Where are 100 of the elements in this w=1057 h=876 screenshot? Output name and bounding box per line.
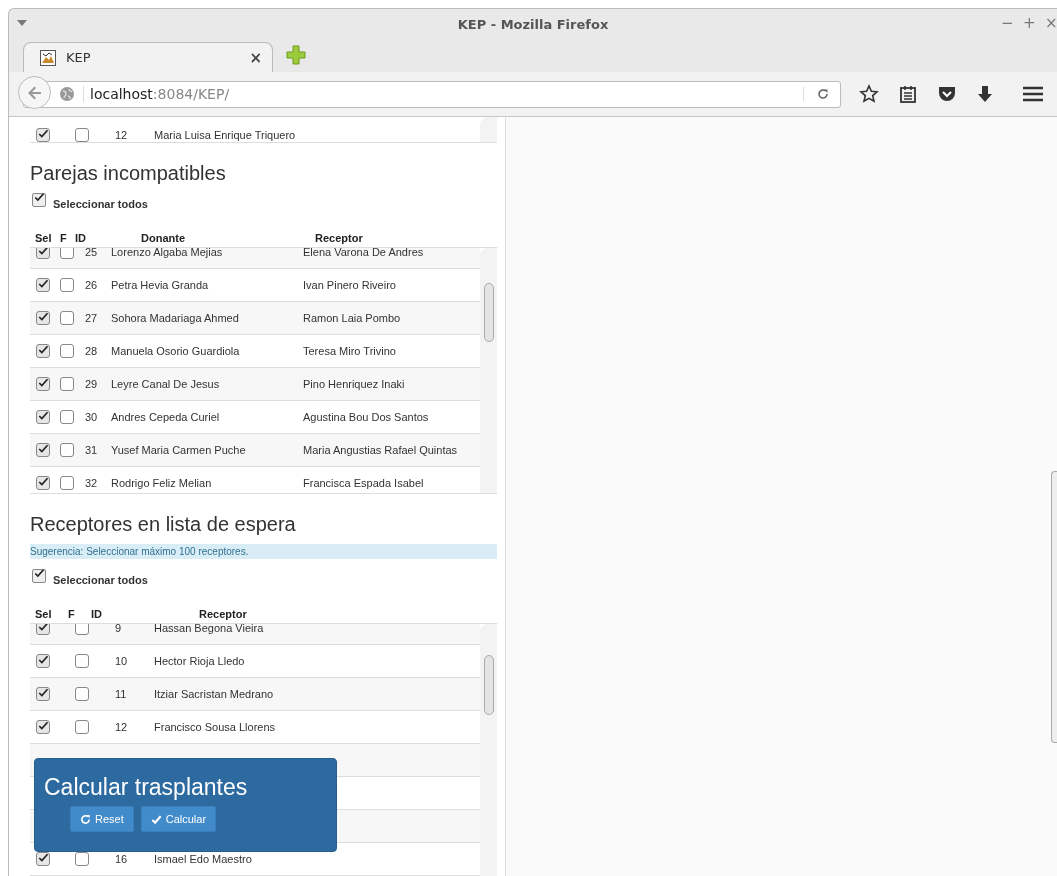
favicon-icon [40, 49, 56, 66]
id-cell-text: 27 [85, 312, 99, 324]
window-control[interactable]: + [1023, 14, 1035, 32]
id-cell-text: 12 [115, 129, 129, 141]
window-control[interactable]: − [1001, 14, 1013, 32]
window-title: KEP - Mozilla Firefox [457, 17, 609, 32]
section-heading: Receptores en lista de espera [30, 513, 297, 536]
id-cell-text: 16 [115, 853, 129, 865]
menu-icon[interactable] [1023, 86, 1043, 102]
recipient-cell: Francisco Sousa Llorens [154, 721, 276, 733]
calculate-button[interactable]: Calcular [140, 806, 217, 832]
f-checkbox[interactable] [60, 443, 74, 457]
recipient-cell: Ramon Laia Pombo [303, 312, 401, 324]
f-checkbox[interactable] [60, 248, 74, 259]
column-header: Receptor [199, 608, 247, 620]
column-header: ID [75, 232, 86, 244]
hint-banner: Sugerencia: Seleccionar máximo 100 receptores. [30, 544, 497, 559]
page-scrollbar[interactable] [1051, 471, 1057, 743]
id-cell-text: 10 [115, 655, 129, 667]
column-header: Receptor [315, 232, 363, 244]
star-icon[interactable] [859, 84, 879, 104]
id-cell-text: 31 [85, 444, 99, 456]
recipient-cell: Hassan Begona Vieira [154, 624, 264, 634]
donor-cell-text: Manuela Osorio Guardiola [111, 345, 241, 357]
select-checkbox[interactable] [36, 128, 50, 142]
back-button[interactable] [18, 76, 51, 109]
scrollbar-thumb[interactable] [484, 655, 494, 715]
recipient-cell: Hector Rioja Lledo [154, 655, 245, 667]
donor-cell-text: Rodrigo Feliz Melian [111, 477, 213, 489]
f-checkbox[interactable] [75, 852, 89, 866]
browser-tab[interactable]: KEP × [23, 42, 273, 72]
f-checkbox[interactable] [75, 687, 89, 701]
select-checkbox[interactable] [36, 278, 50, 292]
select-checkbox[interactable] [36, 654, 50, 668]
recipient-cell: Ivan Pinero Riveiro [303, 279, 396, 291]
id-cell-text: 25 [85, 248, 99, 258]
column-header: Sel [35, 608, 52, 620]
select-checkbox[interactable] [36, 410, 50, 424]
window-menu-icon[interactable] [17, 20, 27, 26]
select-checkbox[interactable] [36, 311, 50, 325]
id-cell-text: 32 [85, 477, 99, 489]
panel-title: Calcular trasplantes [44, 773, 249, 801]
column-header: F [60, 232, 67, 244]
refresh-icon [80, 813, 91, 825]
column-header: F [68, 608, 75, 620]
f-checkbox[interactable] [60, 377, 74, 391]
select-all-checkbox[interactable] [32, 569, 46, 583]
f-checkbox[interactable] [60, 344, 74, 358]
id-cell-text: 29 [85, 378, 99, 390]
section-heading: Parejas incompatibles [30, 162, 227, 185]
donor-cell-text: Andres Cepeda Curiel [111, 411, 221, 423]
f-checkbox[interactable] [60, 476, 74, 490]
id-cell-text: 26 [85, 279, 99, 291]
id-cell-text: 9 [115, 624, 123, 634]
globe-icon [59, 86, 75, 102]
select-checkbox[interactable] [36, 443, 50, 457]
select-checkbox[interactable] [36, 720, 50, 734]
id-cell-text: 30 [85, 411, 99, 423]
column-header: Donante [141, 232, 185, 244]
select-checkbox[interactable] [36, 248, 50, 259]
recipient-cell: Elena Varona De Andres [303, 248, 424, 258]
recipient-cell: Maria Angustias Rafael Quintas [303, 444, 458, 456]
select-checkbox[interactable] [36, 344, 50, 358]
column-header: ID [91, 608, 102, 620]
select-checkbox[interactable] [36, 687, 50, 701]
id-cell-text: 11 [115, 688, 128, 700]
donor-cell-text: Petra Hevia Granda [111, 279, 210, 291]
recipient-cell: Francisca Espada Isabel [303, 477, 424, 489]
pocket-icon[interactable] [937, 85, 957, 103]
window-control[interactable]: × [1045, 14, 1057, 32]
recipient-cell: Itziar Sacristan Medrano [154, 688, 274, 700]
select-checkbox[interactable] [36, 476, 50, 490]
name-cell: Maria Luisa Enrique Triquero [154, 129, 296, 141]
recipient-cell: Ismael Edo Maestro [154, 853, 252, 865]
list-icon[interactable] [899, 84, 917, 104]
address-field[interactable]: localhost:8084/KEP/ [23, 80, 841, 108]
select-checkbox[interactable] [36, 852, 50, 866]
f-checkbox[interactable] [75, 128, 89, 142]
scrollbar-thumb[interactable] [484, 283, 494, 342]
donor-cell-text: Yusef Maria Carmen Puche [111, 444, 247, 456]
id-cell-text: 28 [85, 345, 99, 357]
reset-button[interactable]: Reset [70, 806, 134, 832]
id-cell-text: 12 [115, 721, 129, 733]
download-icon[interactable] [977, 85, 993, 103]
f-checkbox[interactable] [75, 654, 89, 668]
select-all-checkbox[interactable] [32, 193, 46, 207]
check-icon [150, 813, 162, 825]
f-checkbox[interactable] [60, 410, 74, 424]
select-checkbox[interactable] [36, 624, 50, 635]
f-checkbox[interactable] [75, 720, 89, 734]
select-checkbox[interactable] [36, 377, 50, 391]
f-checkbox[interactable] [60, 278, 74, 292]
url-text: localhost:8084/KEP/ [83, 86, 803, 102]
select-all-label: Seleccionar todos [53, 574, 148, 586]
f-checkbox[interactable] [60, 311, 74, 325]
column-header: Sel [35, 232, 52, 244]
f-checkbox[interactable] [75, 624, 89, 635]
close-tab-button[interactable]: × [249, 48, 262, 67]
donor-cell-text: Leyre Canal De Jesus [111, 378, 221, 390]
select-all-label: Seleccionar todos [53, 198, 148, 210]
